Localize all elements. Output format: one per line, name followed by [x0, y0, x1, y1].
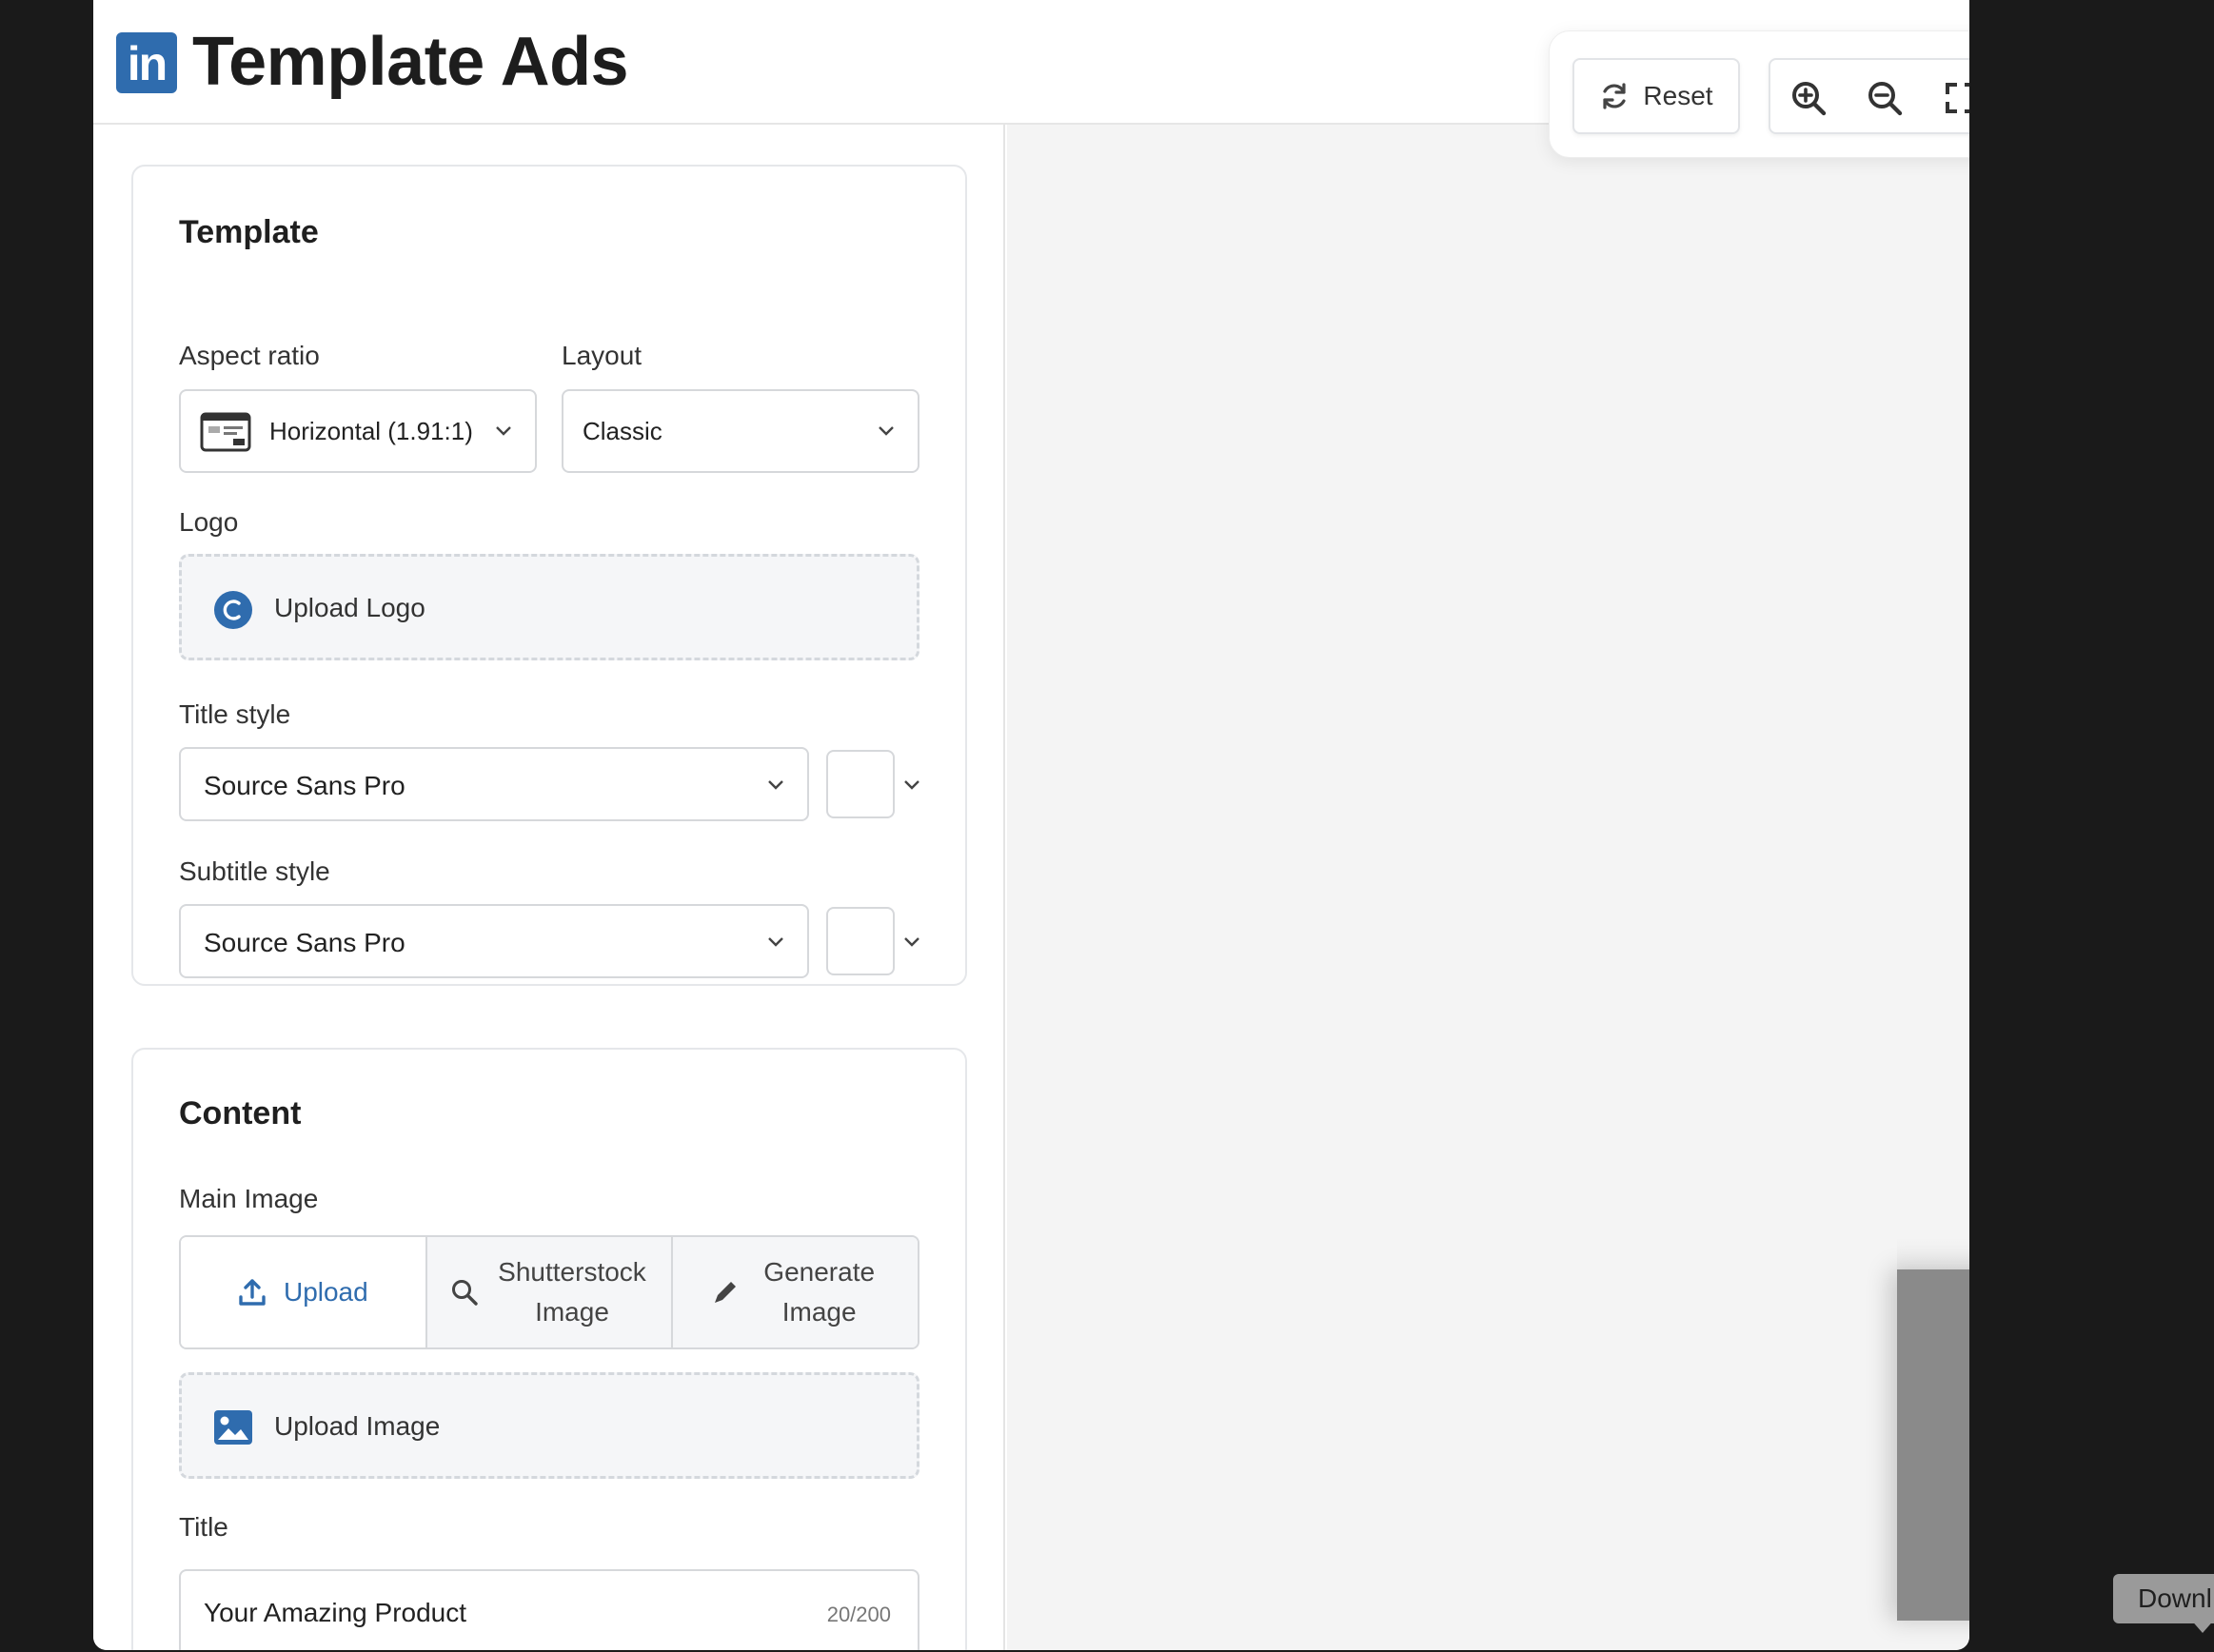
horizontal-layout-icon: [200, 412, 251, 452]
chevron-down-icon: [879, 426, 894, 436]
preview-edge: [1897, 1237, 1969, 1269]
logo-placeholder-icon: [214, 591, 252, 629]
title-field-label: Title: [179, 1512, 228, 1542]
page-title: Template Ads: [192, 24, 629, 100]
chevron-down-icon: [768, 780, 783, 790]
tab-shutterstock[interactable]: Shutterstock Image: [426, 1237, 674, 1347]
title-font-select[interactable]: Source Sans Pro: [179, 747, 809, 821]
zoom-out-icon[interactable]: [1866, 79, 1904, 117]
tooltip-tail: [2189, 1618, 2214, 1633]
refresh-icon: [1603, 83, 1627, 109]
chevron-down-icon: [768, 937, 783, 947]
ad-preview-image-placeholder: [1897, 1269, 1969, 1621]
zoom-in-icon[interactable]: [1789, 79, 1828, 117]
aspect-ratio-label: Aspect ratio: [179, 341, 320, 370]
title-font-value: Source Sans Pro: [204, 771, 405, 800]
layout-select[interactable]: Classic: [562, 389, 919, 473]
fullscreen-icon[interactable]: [1942, 79, 1969, 117]
subtitle-color-swatch[interactable]: [826, 907, 895, 975]
linkedin-icon: in: [116, 32, 177, 93]
image-upload-dropzone[interactable]: Upload Image: [179, 1372, 919, 1479]
content-heading: Content: [179, 1095, 302, 1131]
tab-upload[interactable]: Upload: [181, 1237, 427, 1347]
title-input[interactable]: [204, 1598, 737, 1628]
tab-upload-label: Upload: [283, 1277, 368, 1307]
title-char-counter: 20/200: [826, 1603, 891, 1626]
tab-generate-label: Generate Image: [763, 1257, 876, 1327]
aspect-ratio-value: Horizontal (1.91:1): [269, 417, 473, 445]
download-tooltip: Downl: [2113, 1574, 2214, 1623]
preview-toolbar: Reset: [1549, 30, 1969, 158]
zoom-controls: [1769, 58, 1969, 134]
aspect-ratio-select[interactable]: Horizontal (1.91:1): [179, 389, 537, 473]
ad-preview-canvas[interactable]: [1007, 125, 1969, 1650]
subtitle-font-select[interactable]: Source Sans Pro: [179, 904, 809, 978]
tab-shutterstock-label: Shutterstock Image: [498, 1257, 646, 1327]
chevron-down-icon: [496, 426, 511, 436]
settings-panel[interactable]: Template Aspect ratio Horizontal (1.91:1…: [93, 125, 1005, 1650]
search-icon: [452, 1280, 478, 1306]
chevron-down-icon[interactable]: [901, 931, 922, 952]
upload-icon: [239, 1279, 266, 1306]
image-icon: [214, 1410, 252, 1445]
reset-label: Reset: [1643, 81, 1713, 110]
app-window: in Template Ads Template Aspect ratio Ho…: [93, 0, 1969, 1650]
template-card: Template Aspect ratio Horizontal (1.91:1…: [131, 165, 967, 986]
layout-value: Classic: [583, 417, 662, 445]
layout-label: Layout: [562, 341, 642, 370]
reset-button[interactable]: Reset: [1572, 58, 1740, 134]
upload-image-label: Upload Image: [274, 1411, 441, 1441]
subtitle-font-value: Source Sans Pro: [204, 928, 405, 957]
logo-label: Logo: [179, 507, 239, 537]
template-heading: Template: [179, 214, 319, 250]
main-image-source-tabs: Upload Shutterstock Image Generate Image: [179, 1235, 919, 1349]
content-card: Content Main Image Upload Shutterstock I…: [131, 1048, 967, 1650]
tab-generate[interactable]: Generate Image: [673, 1237, 918, 1347]
upload-logo-label: Upload Logo: [274, 593, 425, 622]
main-image-label: Main Image: [179, 1184, 319, 1213]
title-style-label: Title style: [179, 699, 291, 729]
subtitle-style-label: Subtitle style: [179, 856, 330, 886]
pencil-icon: [714, 1282, 736, 1303]
title-color-swatch[interactable]: [826, 750, 895, 818]
title-input-box[interactable]: 20/200: [179, 1569, 919, 1650]
logo-upload-dropzone[interactable]: Upload Logo: [179, 554, 919, 660]
chevron-down-icon[interactable]: [901, 774, 922, 795]
